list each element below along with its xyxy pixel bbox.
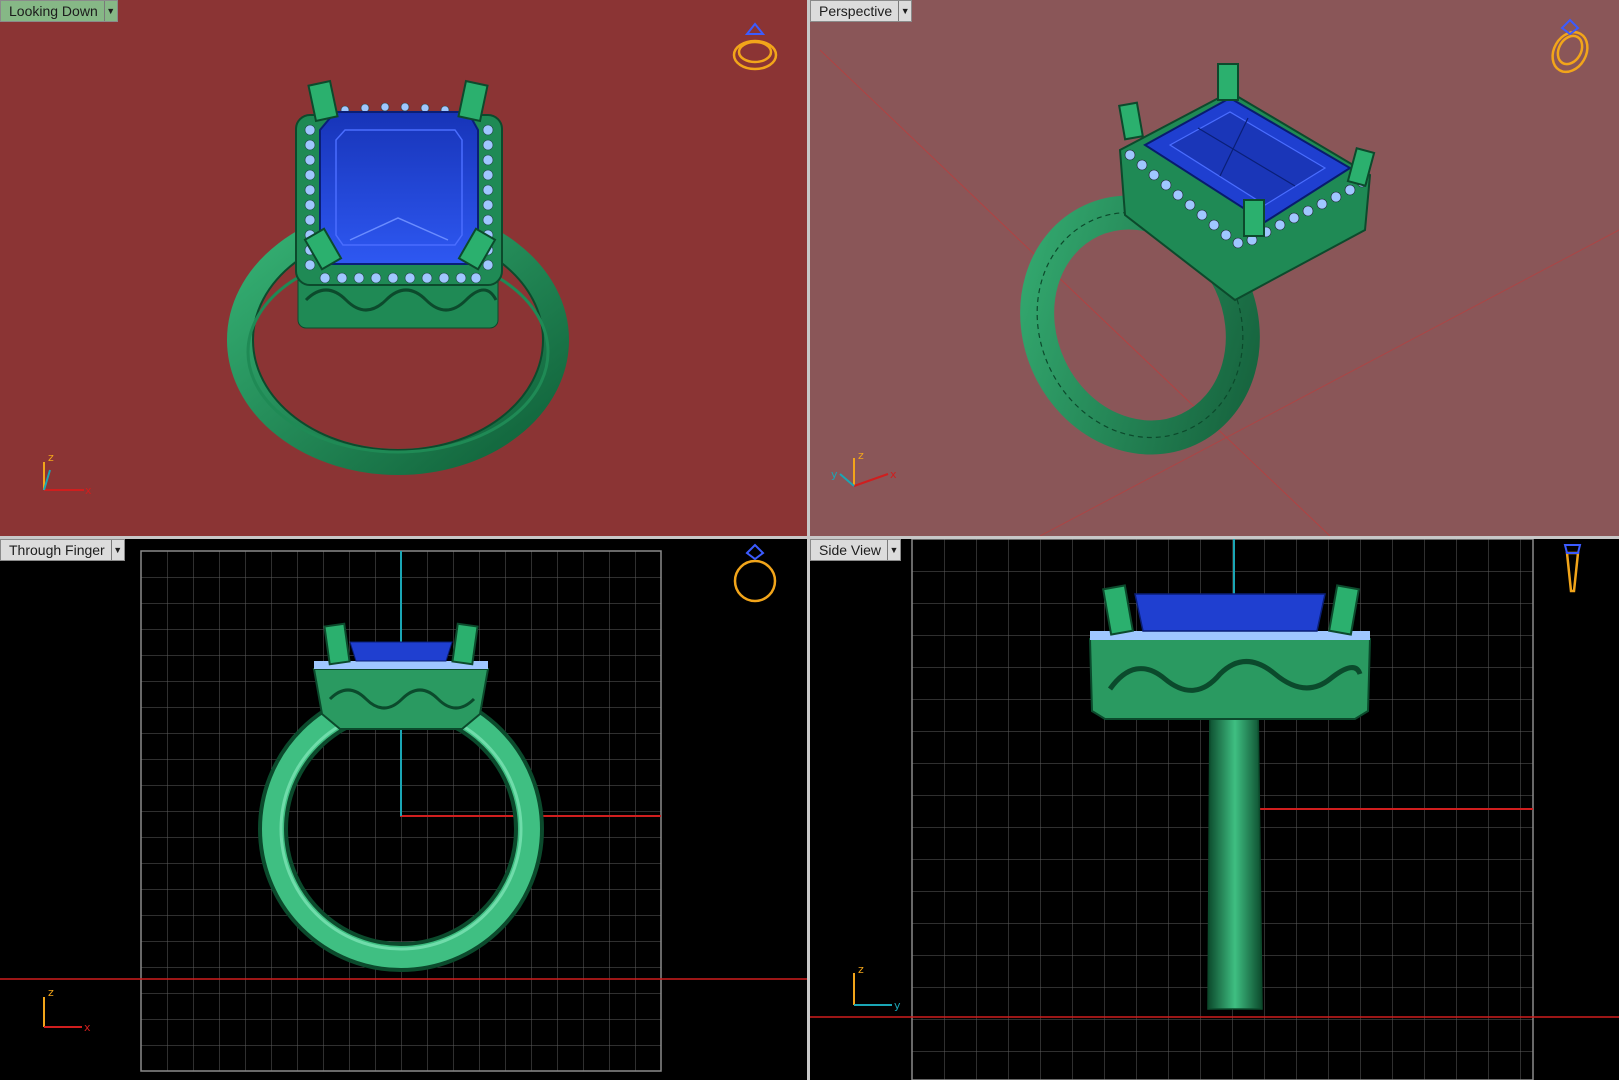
axis-triad-icon: z x y [831,449,897,487]
viewport-label: Side View [819,542,882,558]
axis-x-label: x [85,484,92,497]
viewport-tab-side-view[interactable]: Side View ▼ [810,539,902,561]
chevron-down-icon[interactable]: ▼ [110,540,124,560]
viewport-tab-perspective[interactable]: Perspective ▼ [810,0,913,22]
axis-z-label: z [858,449,864,462]
axis-x-label: x [84,1021,91,1034]
ring-side-render: z y [810,539,1619,1080]
axis-z-label: z [48,451,54,464]
chevron-down-icon[interactable]: ▼ [103,1,117,21]
ring-perspective-render: z x y [819,18,1619,536]
axis-y-label: y [831,468,838,481]
axis-z-label: z [48,986,54,999]
ring-preview-icon [732,22,778,71]
chevron-down-icon[interactable]: ▼ [898,1,911,21]
axis-triad-icon: z x [43,986,91,1034]
axis-z-label: z [858,963,864,976]
viewport-tab-looking-down[interactable]: Looking Down ▼ [0,0,118,22]
ring-front-render: z x [0,543,807,1072]
axis-x-label: x [890,468,897,481]
viewport-looking-down[interactable]: z x Looking Down ▼ [0,0,807,536]
viewport-tab-through-finger[interactable]: Through Finger ▼ [0,539,125,561]
axis-y-label: y [894,999,901,1012]
ring-preview-icon [733,543,777,603]
viewport-label: Perspective [819,3,893,19]
viewport-label: Looking Down [9,3,98,19]
ring-top-render: z x [43,22,778,497]
ring-preview-icon [1563,544,1582,593]
viewport-through-finger[interactable]: z x Through Finger ▼ [0,539,807,1080]
chevron-down-icon[interactable]: ▼ [887,540,900,560]
viewport-side-view[interactable]: z y Side View ▼ [810,539,1619,1080]
viewport-perspective[interactable]: z x y Perspective ▼ [810,0,1619,536]
viewport-label: Through Finger [9,542,105,558]
axis-triad-icon: z x [43,451,92,497]
ring-preview-icon [1551,18,1589,74]
axis-triad-icon: z y [853,963,901,1012]
